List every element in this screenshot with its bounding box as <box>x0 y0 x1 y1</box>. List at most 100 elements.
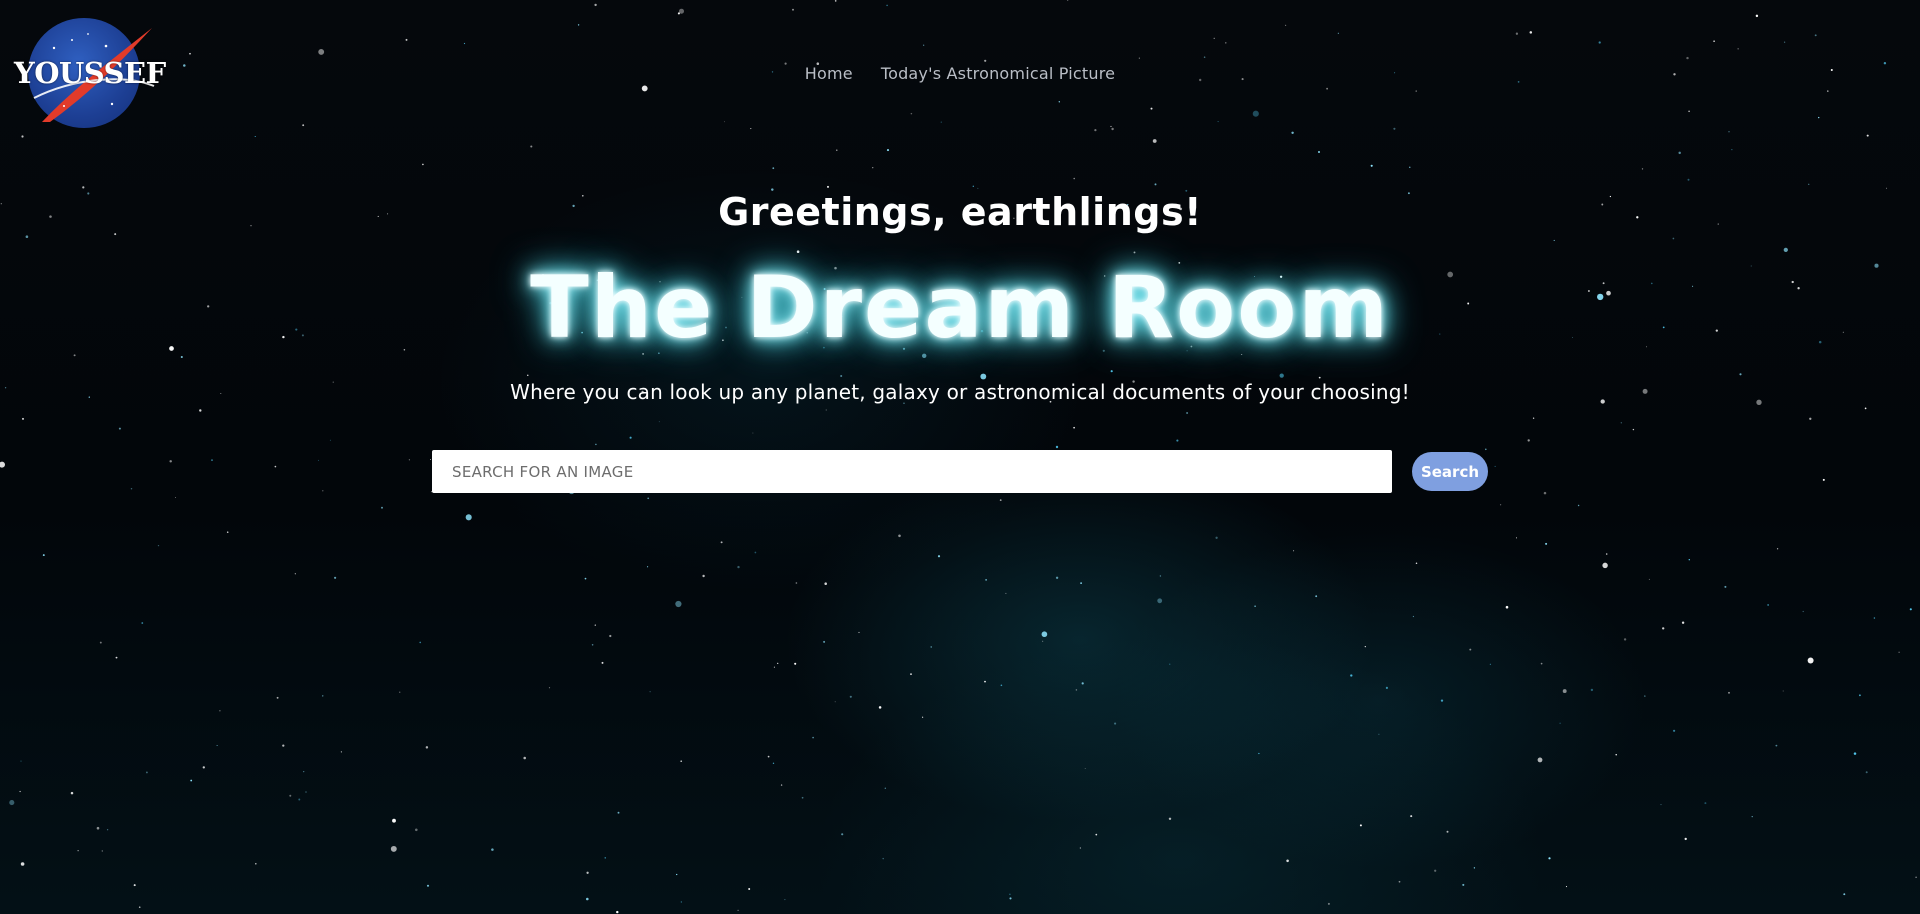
star <box>175 497 176 498</box>
star <box>211 459 213 461</box>
star <box>1598 41 1601 44</box>
star <box>884 787 886 789</box>
star <box>923 44 925 46</box>
star <box>1364 646 1366 648</box>
star <box>795 582 798 584</box>
search-button[interactable]: Search <box>1412 452 1488 491</box>
star <box>1440 699 1444 702</box>
star <box>750 128 752 130</box>
star <box>1378 733 1380 735</box>
star <box>1293 550 1295 552</box>
star <box>1623 638 1627 641</box>
star <box>1802 610 1804 613</box>
star <box>340 751 342 753</box>
star <box>20 862 25 866</box>
star <box>1469 648 1472 651</box>
star <box>812 736 814 739</box>
star <box>1728 691 1730 694</box>
star <box>1704 802 1707 805</box>
nav-link-home[interactable]: Home <box>805 64 853 83</box>
star <box>1154 183 1157 186</box>
star <box>773 666 775 668</box>
star <box>1058 101 1060 103</box>
star <box>1688 558 1691 561</box>
star <box>1641 168 1644 170</box>
star <box>1415 90 1417 92</box>
star <box>658 421 660 423</box>
star <box>724 121 725 123</box>
star <box>1225 42 1227 44</box>
star <box>1327 902 1330 905</box>
star <box>1094 128 1097 132</box>
star <box>680 760 683 763</box>
star <box>118 427 121 430</box>
star <box>641 85 648 92</box>
star <box>1169 663 1171 665</box>
star <box>219 710 221 712</box>
star <box>274 465 277 468</box>
nav-link-todays-picture[interactable]: Today's Astronomical Picture <box>881 64 1115 83</box>
star <box>392 818 396 823</box>
star <box>1728 131 1730 133</box>
star <box>720 541 723 544</box>
star <box>1079 847 1081 849</box>
star <box>42 554 45 557</box>
star <box>1398 880 1401 883</box>
page-title: The Dream Room <box>530 258 1390 358</box>
star <box>1529 31 1533 34</box>
star <box>1684 837 1687 841</box>
star <box>82 186 85 189</box>
star <box>1254 605 1256 607</box>
star <box>106 829 109 831</box>
star <box>1515 32 1519 35</box>
star <box>629 436 632 439</box>
star <box>1755 14 1759 18</box>
star <box>381 506 383 509</box>
star <box>415 828 418 832</box>
star <box>1898 651 1900 653</box>
star <box>22 417 24 420</box>
star <box>548 687 551 689</box>
star <box>1688 110 1690 113</box>
star <box>737 565 740 569</box>
star <box>772 762 775 764</box>
star <box>101 850 103 852</box>
star <box>792 8 794 11</box>
star <box>1548 857 1551 860</box>
star <box>823 640 826 643</box>
star <box>255 863 257 865</box>
star <box>1279 373 1284 378</box>
star <box>1532 417 1535 419</box>
star <box>1138 57 1140 59</box>
star <box>20 760 22 762</box>
star <box>594 3 597 7</box>
star <box>1686 56 1689 60</box>
star <box>937 555 941 558</box>
search-input[interactable] <box>432 450 1392 493</box>
star <box>1446 830 1449 833</box>
star <box>882 857 884 860</box>
star <box>405 38 408 41</box>
star <box>199 409 202 412</box>
star <box>1159 575 1162 577</box>
star <box>754 551 757 554</box>
star <box>586 897 589 901</box>
star <box>1783 41 1786 43</box>
star <box>1808 183 1810 185</box>
star <box>1291 131 1294 135</box>
star <box>190 779 193 782</box>
star <box>1590 688 1594 692</box>
star <box>1186 412 1189 414</box>
star <box>1660 804 1662 806</box>
star <box>294 573 296 575</box>
star <box>1317 150 1321 154</box>
star <box>289 794 292 797</box>
star <box>1739 373 1742 376</box>
star <box>1359 824 1362 827</box>
star <box>616 910 619 914</box>
star <box>737 909 739 912</box>
star <box>1055 445 1059 449</box>
star <box>878 706 882 709</box>
star <box>1909 608 1912 611</box>
star <box>419 641 422 644</box>
